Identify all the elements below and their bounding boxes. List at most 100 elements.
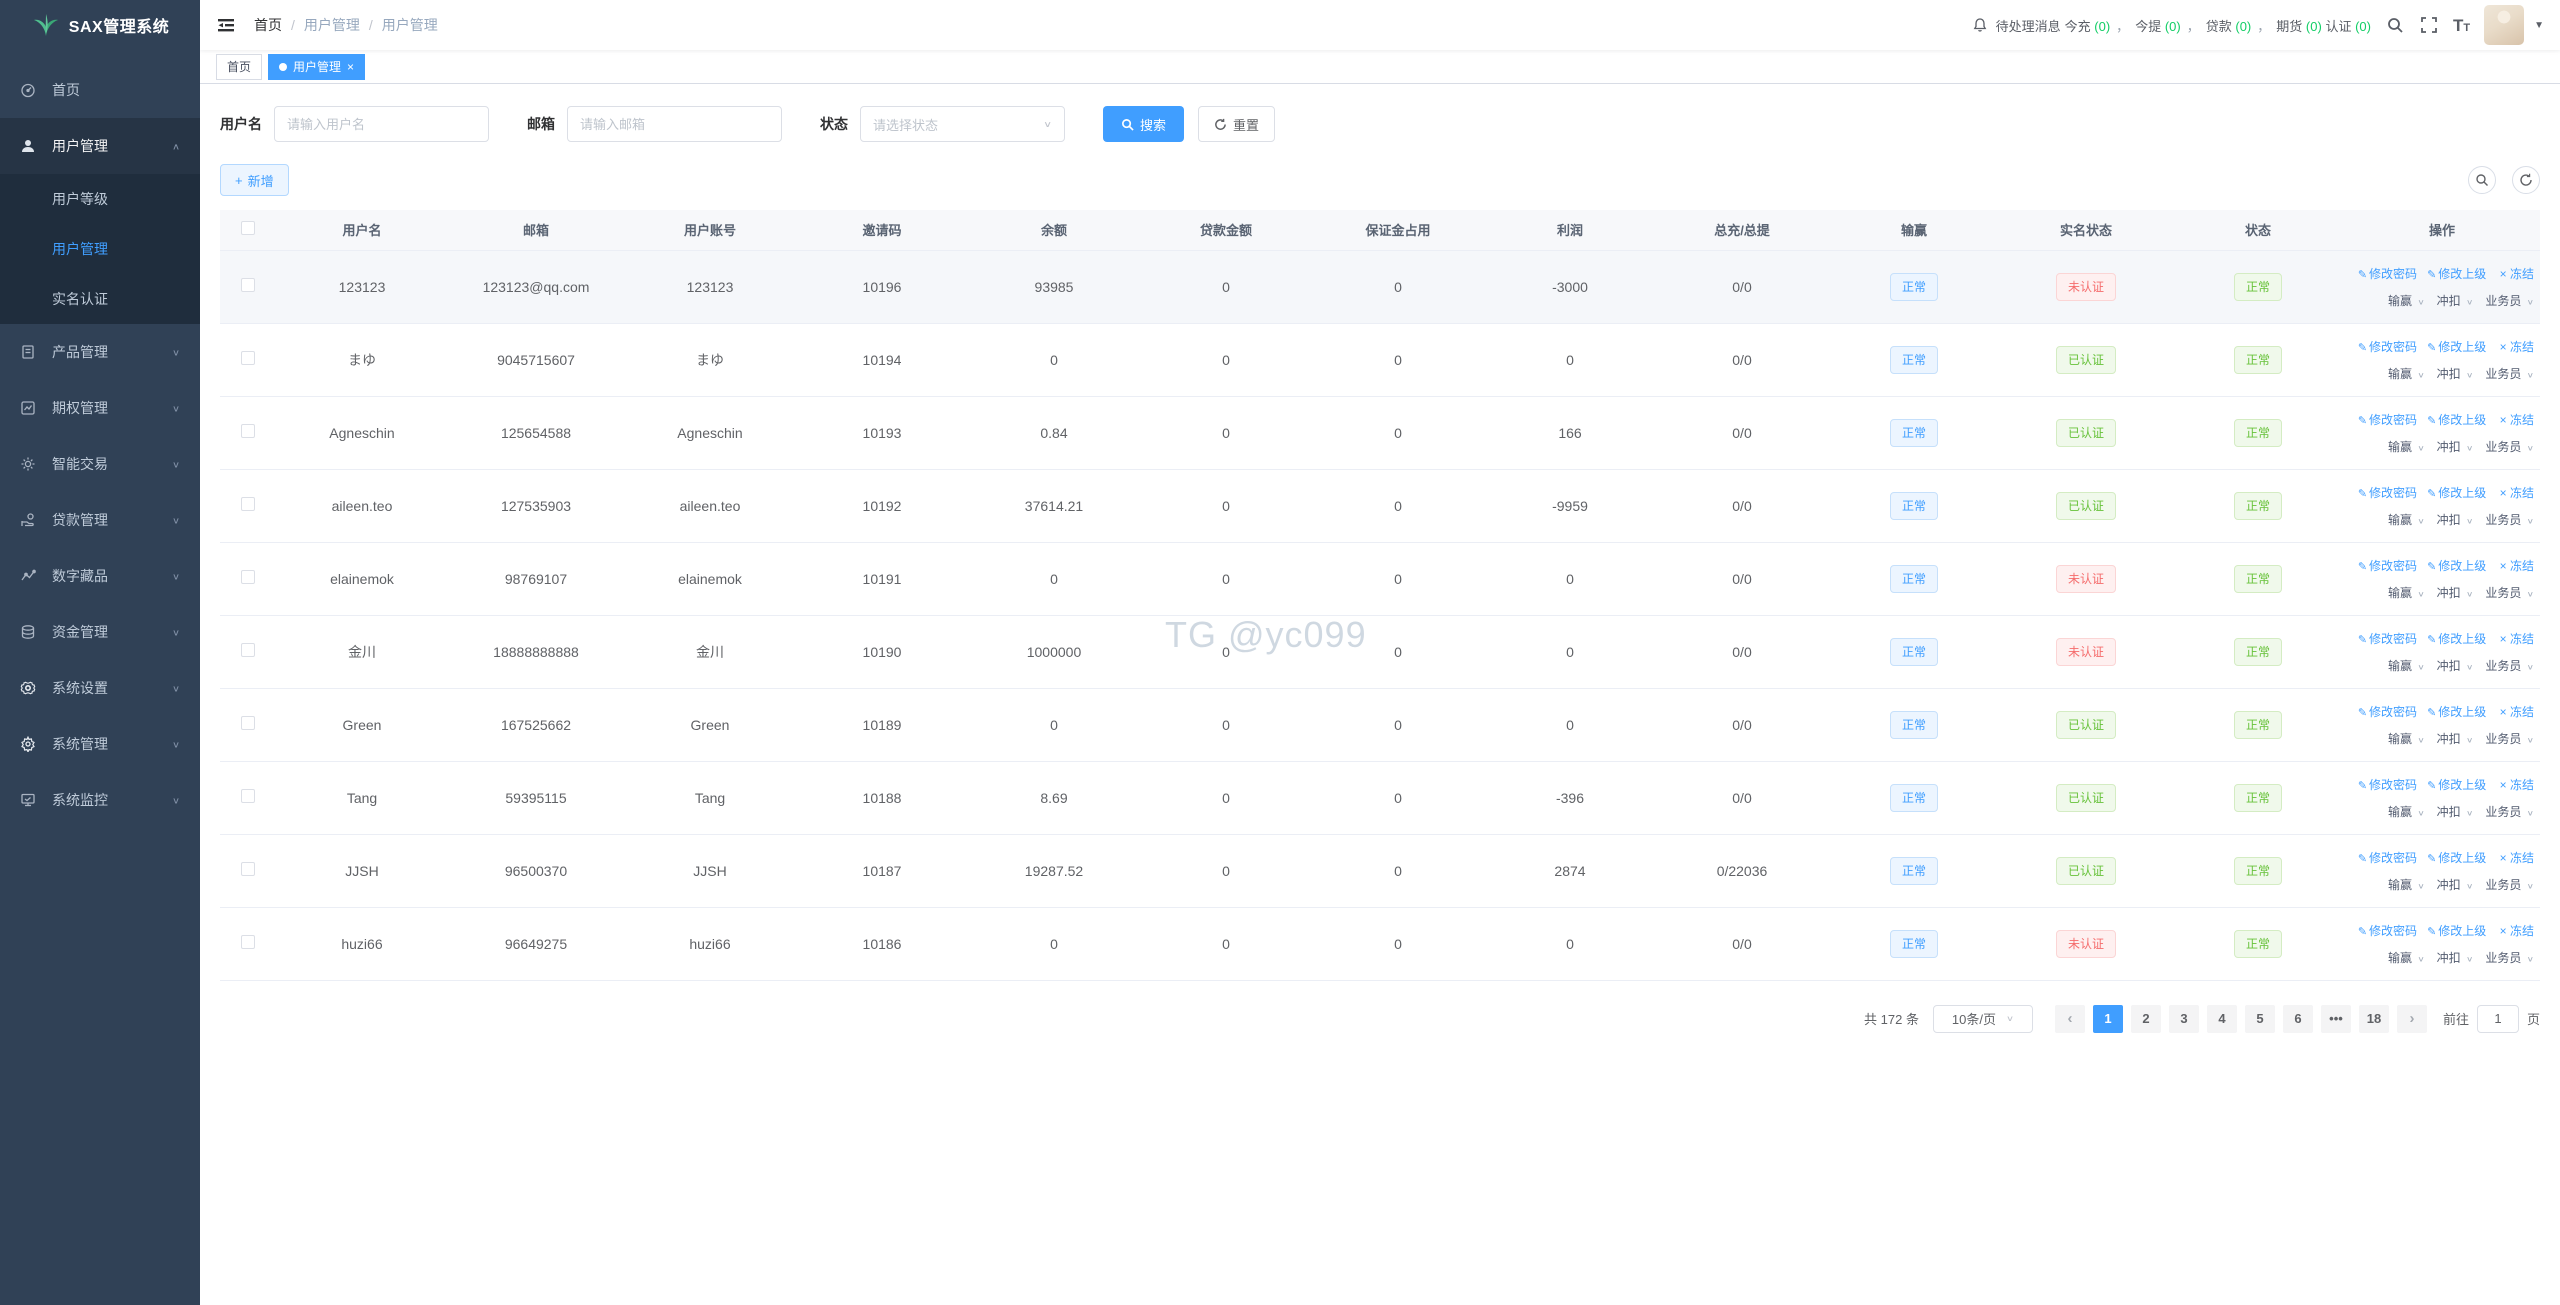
sidebar-subitem-实名认证[interactable]: 实名认证 [0,274,200,324]
freeze-link[interactable]: × 冻结 [2500,340,2534,354]
page-button-2[interactable]: 2 [2130,1004,2161,1033]
sidebar-item-用户管理[interactable]: 用户管理 ∧ [0,118,200,174]
dropdown-输赢[interactable]: 输赢 ∨ [2388,294,2425,308]
sidebar-item-期权管理[interactable]: 期权管理 ∨ [0,380,200,436]
page-button-6[interactable]: 6 [2282,1004,2313,1033]
dropdown-冲扣[interactable]: 冲扣 ∨ [2437,367,2474,381]
row-checkbox[interactable] [241,643,255,657]
dropdown-冲扣[interactable]: 冲扣 ∨ [2437,805,2474,819]
dropdown-业务员[interactable]: 业务员 ∨ [2485,951,2534,965]
dropdown-输赢[interactable]: 输赢 ∨ [2388,732,2425,746]
breadcrumb-home[interactable]: 首页 [254,15,282,35]
edit-password-link[interactable]: ✎ 修改密码 [2358,778,2417,792]
freeze-link[interactable]: × 冻结 [2500,705,2534,719]
search-icon[interactable] [2385,15,2405,35]
tab-用户管理[interactable]: 用户管理 × [268,53,366,80]
dropdown-业务员[interactable]: 业务员 ∨ [2485,659,2534,673]
edit-superior-link[interactable]: ✎ 修改上级 [2427,267,2486,281]
dropdown-冲扣[interactable]: 冲扣 ∨ [2437,878,2474,892]
edit-password-link[interactable]: ✎ 修改密码 [2358,705,2417,719]
sidebar-item-智能交易[interactable]: 智能交易 ∨ [0,436,200,492]
freeze-link[interactable]: × 冻结 [2500,267,2534,281]
row-checkbox[interactable] [241,351,255,365]
edit-superior-link[interactable]: ✎ 修改上级 [2427,924,2486,938]
freeze-link[interactable]: × 冻结 [2500,559,2534,573]
dropdown-业务员[interactable]: 业务员 ∨ [2485,586,2534,600]
edit-password-link[interactable]: ✎ 修改密码 [2358,924,2417,938]
sidebar-subitem-用户管理[interactable]: 用户管理 [0,224,200,274]
row-checkbox[interactable] [241,424,255,438]
dropdown-输赢[interactable]: 输赢 ∨ [2388,659,2425,673]
table-refresh-icon[interactable] [2512,166,2540,194]
dropdown-输赢[interactable]: 输赢 ∨ [2388,878,2425,892]
edit-superior-link[interactable]: ✎ 修改上级 [2427,851,2486,865]
sidebar-item-资金管理[interactable]: 资金管理 ∨ [0,604,200,660]
freeze-link[interactable]: × 冻结 [2500,778,2534,792]
edit-password-link[interactable]: ✎ 修改密码 [2358,267,2417,281]
sidebar-item-数字藏品[interactable]: 数字藏品 ∨ [0,548,200,604]
page-button-5[interactable]: 5 [2244,1004,2275,1033]
dropdown-冲扣[interactable]: 冲扣 ∨ [2437,586,2474,600]
freeze-link[interactable]: × 冻结 [2500,924,2534,938]
username-input[interactable] [274,106,489,142]
edit-password-link[interactable]: ✎ 修改密码 [2358,413,2417,427]
freeze-link[interactable]: × 冻结 [2500,632,2534,646]
edit-password-link[interactable]: ✎ 修改密码 [2358,632,2417,646]
edit-superior-link[interactable]: ✎ 修改上级 [2427,413,2486,427]
page-button-3[interactable]: 3 [2168,1004,2199,1033]
prev-page-button[interactable]: ‹ [2054,1004,2085,1033]
bell-icon[interactable] [1972,17,1988,33]
freeze-link[interactable]: × 冻结 [2500,413,2534,427]
dropdown-输赢[interactable]: 输赢 ∨ [2388,586,2425,600]
sidebar-item-系统设置[interactable]: 系统设置 ∨ [0,660,200,716]
add-user-button[interactable]: + 新增 [220,164,289,196]
caret-down-icon[interactable]: ▼ [2534,20,2544,31]
dropdown-业务员[interactable]: 业务员 ∨ [2485,440,2534,454]
edit-password-link[interactable]: ✎ 修改密码 [2358,486,2417,500]
dropdown-业务员[interactable]: 业务员 ∨ [2485,294,2534,308]
sidebar-item-产品管理[interactable]: 产品管理 ∨ [0,324,200,380]
freeze-link[interactable]: × 冻结 [2500,486,2534,500]
dropdown-冲扣[interactable]: 冲扣 ∨ [2437,659,2474,673]
dropdown-输赢[interactable]: 输赢 ∨ [2388,513,2425,527]
edit-superior-link[interactable]: ✎ 修改上级 [2427,340,2486,354]
tab-首页[interactable]: 首页 [216,53,263,80]
page-button-18[interactable]: 18 [2358,1004,2389,1033]
dropdown-冲扣[interactable]: 冲扣 ∨ [2437,951,2474,965]
sidebar-item-首页[interactable]: 首页 [0,62,200,118]
edit-superior-link[interactable]: ✎ 修改上级 [2427,559,2486,573]
row-checkbox[interactable] [241,862,255,876]
row-checkbox[interactable] [241,278,255,292]
dropdown-冲扣[interactable]: 冲扣 ∨ [2437,513,2474,527]
row-checkbox[interactable] [241,935,255,949]
dropdown-冲扣[interactable]: 冲扣 ∨ [2437,440,2474,454]
next-page-button[interactable]: › [2396,1004,2427,1033]
page-button-1[interactable]: 1 [2092,1004,2123,1033]
dropdown-业务员[interactable]: 业务员 ∨ [2485,513,2534,527]
more-pages-button[interactable]: ••• [2320,1004,2351,1033]
row-checkbox[interactable] [241,789,255,803]
table-search-toggle-icon[interactable] [2468,166,2496,194]
edit-superior-link[interactable]: ✎ 修改上级 [2427,486,2486,500]
row-checkbox[interactable] [241,497,255,511]
close-icon[interactable]: × [347,60,354,74]
sidebar-item-贷款管理[interactable]: 贷款管理 ∨ [0,492,200,548]
dropdown-输赢[interactable]: 输赢 ∨ [2388,951,2425,965]
font-size-icon[interactable]: TT [2453,17,2470,34]
email-input[interactable] [567,106,782,142]
reset-button[interactable]: 重置 [1198,106,1276,142]
select-all-checkbox[interactable] [241,221,255,236]
edit-password-link[interactable]: ✎ 修改密码 [2358,851,2417,865]
sidebar-item-系统监控[interactable]: 系统监控 ∨ [0,772,200,828]
edit-superior-link[interactable]: ✎ 修改上级 [2427,778,2486,792]
dropdown-输赢[interactable]: 输赢 ∨ [2388,367,2425,381]
edit-superior-link[interactable]: ✎ 修改上级 [2427,632,2486,646]
collapse-sidebar-icon[interactable] [216,15,236,35]
sidebar-subitem-用户等级[interactable]: 用户等级 [0,174,200,224]
row-checkbox[interactable] [241,570,255,584]
freeze-link[interactable]: × 冻结 [2500,851,2534,865]
fullscreen-icon[interactable] [2419,15,2439,35]
goto-page-input[interactable] [2476,1004,2519,1033]
dropdown-冲扣[interactable]: 冲扣 ∨ [2437,732,2474,746]
dropdown-输赢[interactable]: 输赢 ∨ [2388,805,2425,819]
